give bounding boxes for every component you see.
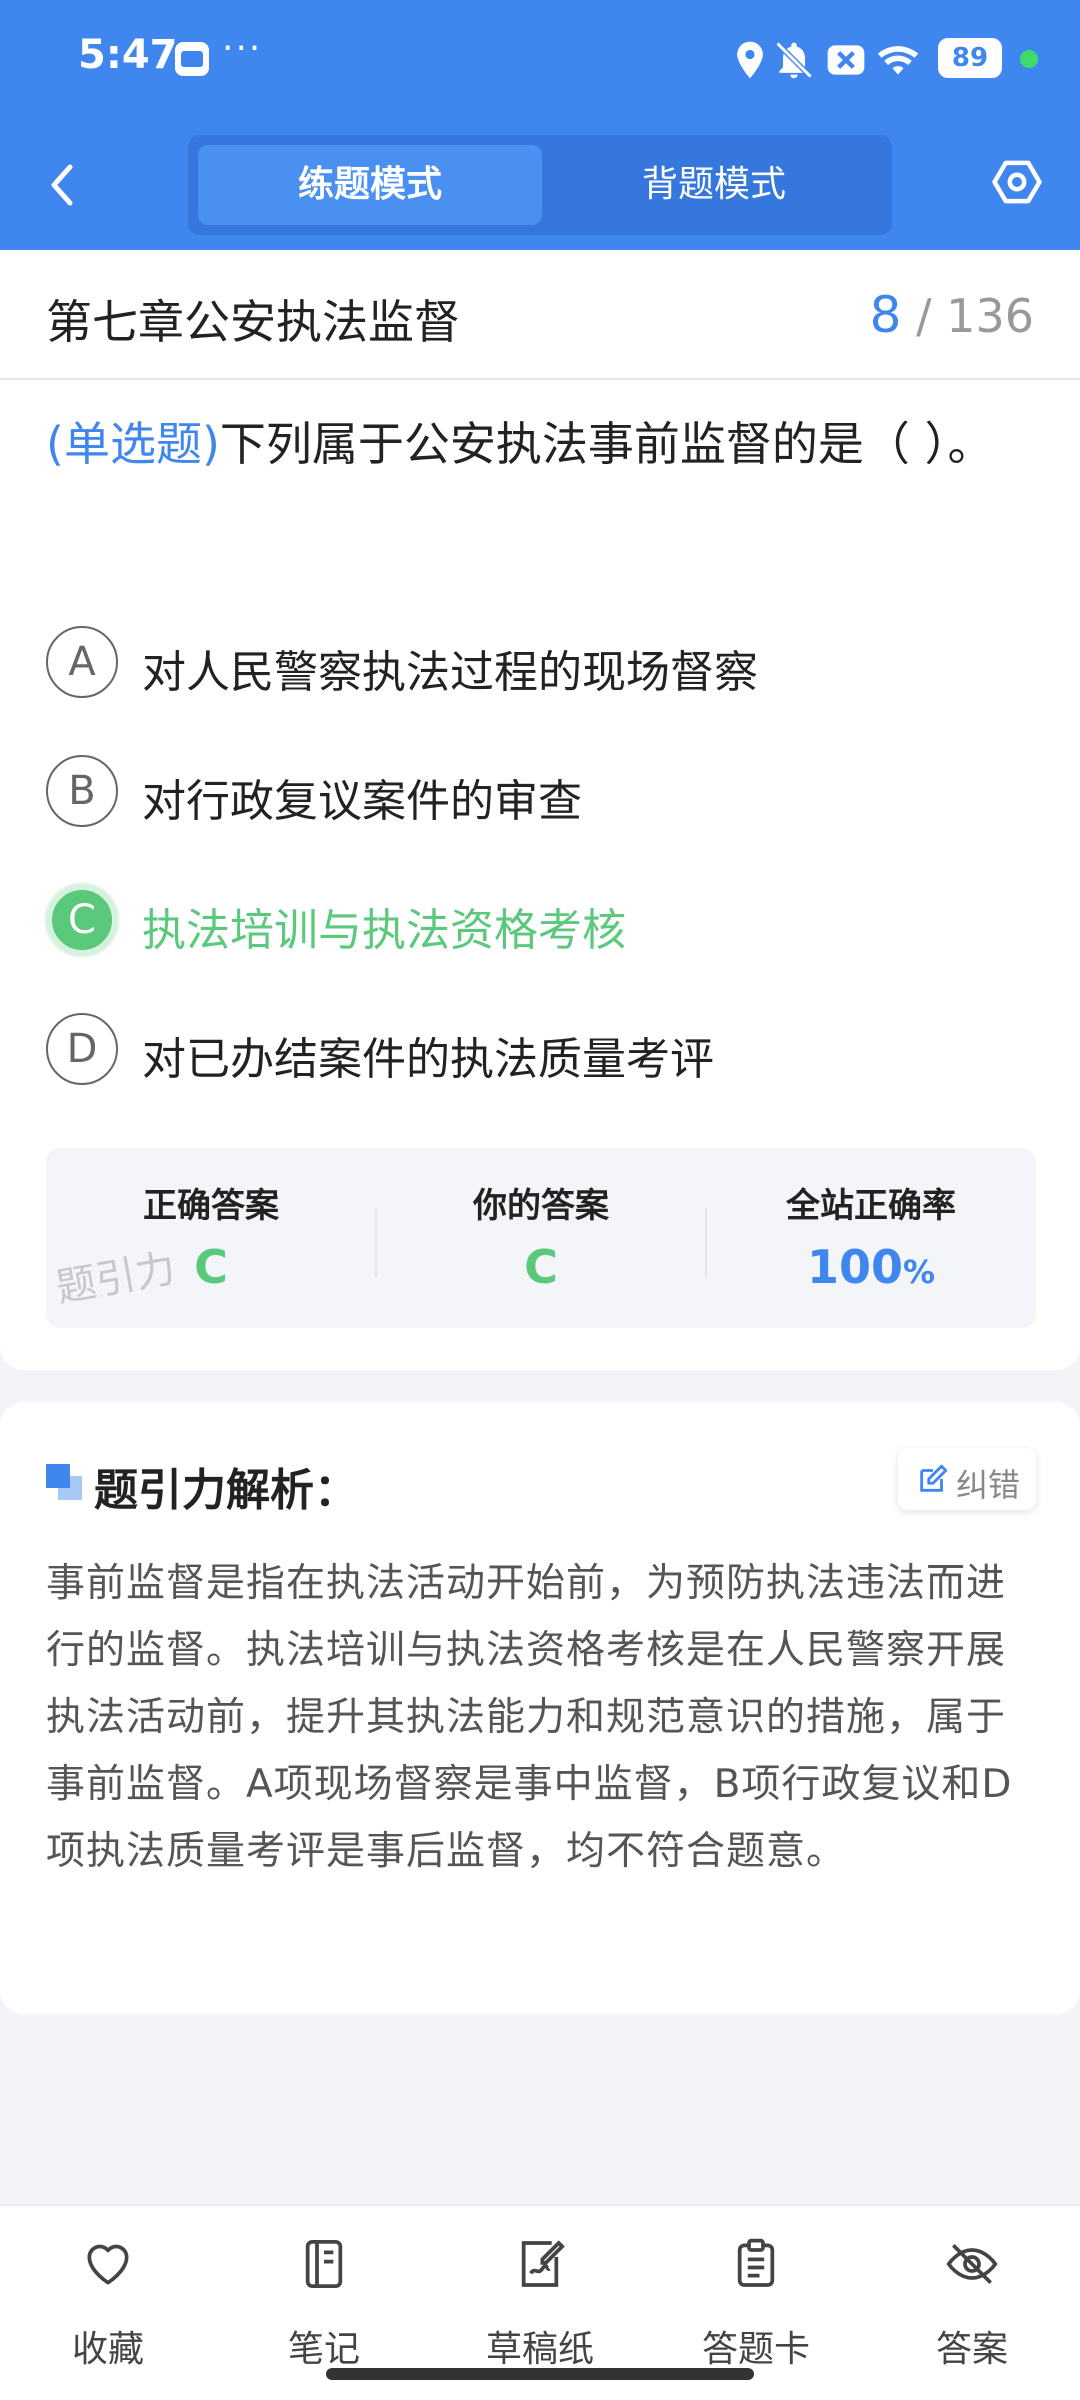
analysis-title: 题引力解析：	[94, 1465, 358, 1516]
app-wallet-icon	[175, 42, 209, 76]
close-box-icon	[827, 45, 865, 75]
option-c[interactable]: C 执法培训与执法资格考核	[46, 880, 1036, 960]
option-letter: A	[46, 626, 118, 698]
option-letter: D	[46, 1013, 118, 1085]
analysis-text: 事前监督是指在执法活动开始前，为预防执法违法而进行的监督。执法培训与执法资格考核…	[46, 1561, 1013, 1874]
question-type: (单选题)	[46, 417, 220, 471]
option-letter: C	[46, 884, 118, 956]
tab-memorize-mode[interactable]: 背题模式	[542, 145, 886, 225]
nav-notes[interactable]: 笔记	[216, 2226, 432, 2376]
status-bar: 5:47 ··· 89	[0, 0, 1080, 120]
nav-label: 草稿纸	[485, 2329, 594, 2370]
nav-label: 答题卡	[701, 2329, 810, 2370]
nav-answer-sheet[interactable]: 答题卡	[648, 2226, 864, 2376]
chapter-title: 第七章公安执法监督	[46, 295, 460, 349]
edit-icon	[920, 1464, 948, 1492]
battery-icon: 89	[938, 38, 1002, 78]
analysis-squares-icon	[46, 1464, 84, 1502]
option-text: 对人民警察执法过程的现场督察	[142, 647, 758, 698]
your-answer-col: 你的答案 C	[376, 1148, 706, 1328]
eye-off-icon	[946, 2244, 998, 2284]
option-d[interactable]: D 对已办结案件的执法质量考评	[46, 1009, 1036, 1089]
option-text: 对已办结案件的执法质量考评	[142, 1034, 714, 1085]
accuracy-label: 全站正确率	[786, 1186, 956, 1226]
accuracy-value: 100%	[706, 1240, 1036, 1294]
report-error-button[interactable]: 纠错	[898, 1448, 1036, 1510]
accuracy-unit: %	[902, 1253, 936, 1291]
status-time: 5:47	[78, 32, 178, 78]
question-text: 下列属于公安执法事前监督的是（ ）。	[219, 417, 994, 471]
question-stem: (单选题)下列属于公安执法事前监督的是（ ）。	[46, 400, 1036, 488]
location-icon	[737, 41, 763, 79]
accuracy-col: 全站正确率 100%	[706, 1148, 1036, 1328]
clipboard-icon	[737, 2238, 775, 2287]
answer-summary: 正确答案 C 你的答案 C 全站正确率 100% 题引力	[46, 1148, 1036, 1328]
chapter-row: 第七章公安执法监督 8 / 136	[0, 250, 1080, 380]
analysis-card: 题引力解析： 纠错 事前监督是指在执法活动开始前，为预防执法违法而进行的监督。执…	[0, 1402, 1080, 2014]
settings-icon[interactable]	[990, 155, 1044, 209]
option-a[interactable]: A 对人民警察执法过程的现场督察	[46, 622, 1036, 702]
option-text: 执法培训与执法资格考核	[142, 905, 626, 956]
question-card: 第七章公安执法监督 8 / 136 (单选题)下列属于公安执法事前监督的是（ ）…	[0, 250, 1080, 1370]
analysis-header: 题引力解析：	[46, 1452, 1036, 1516]
chevron-left-icon[interactable]	[38, 155, 88, 215]
mode-switch: 练题模式 背题模式	[188, 135, 892, 235]
app-header: 5:47 ··· 89 练题模式 背题模式	[0, 0, 1080, 250]
your-answer-label: 你的答案	[473, 1186, 609, 1226]
wifi-icon	[877, 46, 919, 75]
home-indicator[interactable]	[326, 2368, 754, 2380]
notebook-icon	[305, 2239, 343, 2289]
nav-draft[interactable]: 草稿纸	[432, 2226, 648, 2376]
nav-label: 收藏	[71, 2329, 144, 2370]
progress-current: 8	[869, 286, 902, 344]
mute-bell-icon	[775, 41, 813, 79]
nav-label: 答案	[935, 2329, 1008, 2370]
option-b[interactable]: B 对行政复议案件的审查	[46, 751, 1036, 831]
nav-answer-toggle[interactable]: 答案	[864, 2226, 1080, 2376]
tab-practice-mode[interactable]: 练题模式	[198, 145, 542, 225]
accuracy-number: 100	[806, 1240, 903, 1294]
question-progress: 8 / 136	[870, 286, 1034, 344]
report-error-label: 纠错	[956, 1466, 1021, 1504]
privacy-indicator-dot	[1020, 50, 1038, 68]
your-answer-value: C	[524, 1240, 558, 1294]
nav-label: 笔记	[287, 2329, 360, 2370]
status-more-indicator: ···	[222, 28, 263, 69]
heart-icon	[87, 2244, 129, 2285]
correct-answer-label: 正确答案	[143, 1186, 279, 1226]
nav-favorite[interactable]: 收藏	[0, 2226, 216, 2376]
progress-total: / 136	[916, 289, 1034, 343]
draft-icon	[521, 2240, 565, 2287]
option-text: 对行政复议案件的审查	[142, 776, 582, 827]
option-letter: B	[46, 755, 118, 827]
